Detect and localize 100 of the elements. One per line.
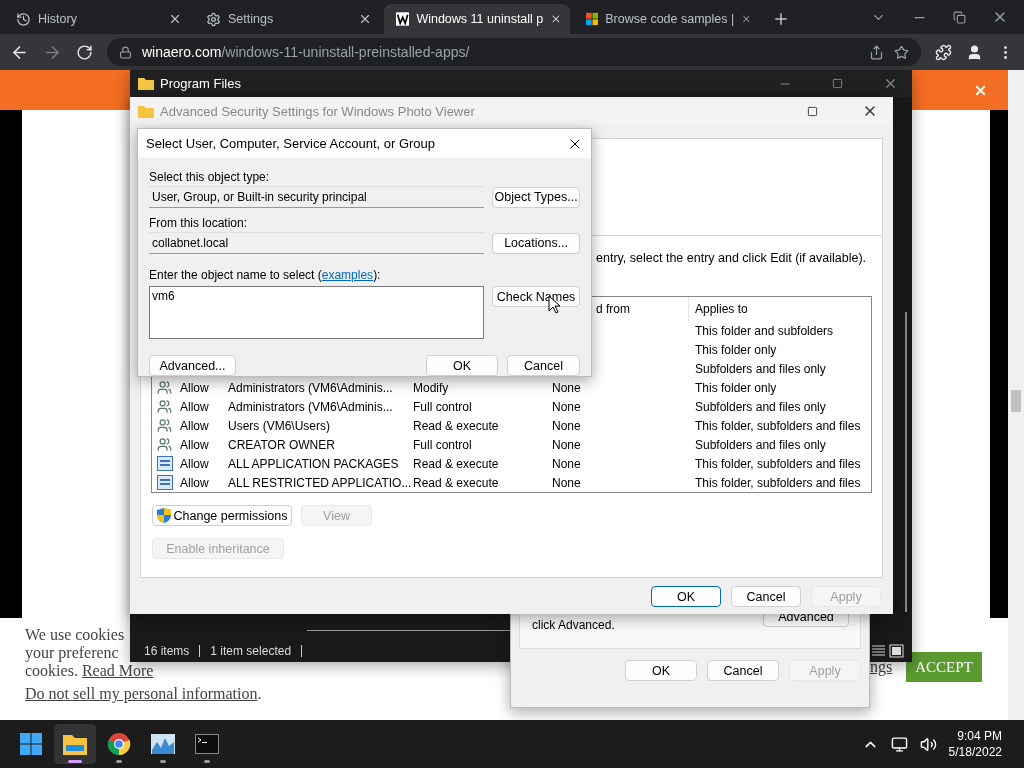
- users-icon: [157, 437, 172, 452]
- status-text: 16 items: [144, 645, 201, 657]
- table-cell-text: None: [552, 418, 582, 433]
- table-cell-text: ALL APPLICATION PACKAGES: [228, 456, 400, 471]
- table-cell-text: Allow: [180, 399, 210, 414]
- examples-link[interactable]: examples: [321, 268, 374, 282]
- close-icon[interactable]: [358, 12, 372, 26]
- read-more-link[interactable]: Read More: [81, 662, 154, 679]
- object-type-field: User, Group, or Built-in security principal: [149, 186, 485, 208]
- dialog-button[interactable]: Cancel: [731, 586, 801, 607]
- address-bar[interactable]: winaero.com/windows-11-uninstall-preinstalled-apps/: [107, 38, 921, 66]
- users-icon: [157, 418, 172, 433]
- users-icon: [157, 399, 172, 414]
- star-icon[interactable]: [894, 44, 909, 60]
- field-label: From this location:: [149, 215, 249, 232]
- table-cell-text: None: [552, 399, 582, 414]
- table-cell-text: None: [552, 437, 582, 452]
- window-icon: [157, 456, 173, 471]
- instruction-text: entry, select the entry and click Edit (if available).: [596, 251, 867, 265]
- folder-icon: [138, 77, 154, 90]
- browser-tab[interactable]: Browse code samples |: [574, 4, 760, 34]
- dialog-button[interactable]: OK: [625, 660, 697, 681]
- table-cell-text: Read & execute: [413, 418, 500, 433]
- url-text: winaero.com/windows-11-uninstall-preinstalled-apps/: [142, 44, 471, 60]
- ok-button[interactable]: OK: [426, 355, 498, 376]
- folder-icon: [138, 104, 154, 118]
- folder-icon[interactable]: [63, 733, 87, 755]
- table-cell-text: This folder and subfolders: [694, 323, 835, 338]
- cookie-text: your preferenc: [25, 644, 119, 662]
- volume-icon[interactable]: [919, 735, 937, 753]
- dialog-title: Select User, Computer, Service Account, or Group: [146, 136, 436, 151]
- reload-icon[interactable]: [76, 43, 93, 61]
- browser-tab[interactable]: History: [4, 4, 190, 34]
- settings-icon: [206, 11, 221, 27]
- location-field: collabnet.local: [149, 232, 485, 254]
- cookie-text: We use cookies: [25, 626, 125, 644]
- table-cell: ALL RESTRICTED APPLICATIO...: [228, 475, 413, 490]
- browser-tab[interactable]: Windows 11 uninstall p: [384, 4, 570, 34]
- table-cell-text: None: [552, 456, 582, 471]
- dialog-button[interactable]: Cancel: [707, 660, 779, 681]
- close-icon[interactable]: [168, 12, 182, 26]
- table-cell-text: Full control: [413, 399, 473, 414]
- object-name-field[interactable]: vm6: [149, 286, 485, 339]
- extensions-icon[interactable]: [935, 43, 952, 61]
- check-names-button[interactable]: Check Names: [492, 286, 580, 307]
- status-text: 1 item selected: [210, 645, 303, 657]
- table-cell-text: Allow: [180, 380, 210, 395]
- clock-time[interactable]: 9:04 PM: [957, 728, 1002, 744]
- browser-tab[interactable]: Settings: [194, 4, 380, 34]
- users-icon: [157, 380, 172, 395]
- table-cell-text: CREATOR OWNER: [228, 437, 336, 452]
- w-letter-icon: [396, 11, 410, 27]
- dialog-button[interactable]: OK: [651, 586, 721, 607]
- table-cell-text: This folder, subfolders and files: [694, 456, 862, 471]
- table-cell-text: Users (VM6\Users): [228, 418, 331, 433]
- table-cell-text: None: [552, 380, 582, 395]
- history-icon: [16, 11, 31, 27]
- settings-link[interactable]: ngs: [870, 658, 893, 676]
- cancel-button[interactable]: Cancel: [507, 355, 580, 376]
- window-title: Advanced Security Settings for Windows Photo Viewer: [160, 103, 476, 119]
- maximize-icon[interactable]: [807, 105, 818, 117]
- table-cell-text: Allow: [180, 418, 210, 433]
- clock-date[interactable]: 5/18/2022: [948, 744, 1002, 760]
- lock-icon: [119, 45, 132, 59]
- chrome-icon[interactable]: [107, 732, 131, 756]
- opt-out-link[interactable]: Do not sell my personal information: [25, 685, 258, 702]
- locations-button[interactable]: Locations...: [492, 232, 580, 254]
- profile-icon[interactable]: [966, 43, 983, 61]
- table-cell-text: Allow: [180, 456, 210, 471]
- chart-window-icon[interactable]: [151, 734, 175, 754]
- terminal-icon[interactable]: [195, 734, 219, 754]
- column-header[interactable]: Applies to: [689, 297, 748, 321]
- table-cell-text: Read & execute: [413, 475, 500, 490]
- table-cell-text: Allow: [180, 475, 210, 490]
- table-cell-text: Allow: [180, 437, 210, 452]
- table-cell-text: Modify: [413, 380, 450, 395]
- cookie-text: cookies. Read More: [25, 662, 154, 680]
- table-cell-text: Read & execute: [413, 456, 500, 471]
- advanced-button[interactable]: Advanced...: [149, 355, 236, 376]
- change-permissions-button[interactable]: Change permissions: [152, 505, 292, 526]
- shield-icon: [156, 508, 171, 523]
- object-types-button[interactable]: Object Types...: [492, 186, 580, 208]
- table-cell-text: This folder only: [694, 342, 778, 357]
- maximize-icon[interactable]: [832, 78, 843, 89]
- details-view-icon[interactable]: [871, 644, 886, 658]
- tiles-view-icon[interactable]: [889, 644, 904, 658]
- window-title: Program Files: [160, 76, 242, 91]
- new-tab-icon[interactable]: [772, 10, 790, 28]
- opt-out-text: Do not sell my personal information.: [25, 685, 262, 703]
- share-icon[interactable]: [869, 44, 884, 60]
- table-cell-text: None: [552, 475, 582, 490]
- table-cell-text: Full control: [413, 437, 473, 452]
- close-icon[interactable]: [550, 12, 562, 26]
- table-cell-text: This folder, subfolders and files: [694, 475, 862, 490]
- windows-logo-icon[interactable]: [20, 733, 42, 755]
- table-cell-text: This folder only: [694, 380, 778, 395]
- restore-icon[interactable]: [953, 10, 966, 24]
- scrollbar[interactable]: [1008, 70, 1024, 720]
- four-squares-icon: [586, 11, 599, 27]
- table-cell-text: Administrators (VM6\Adminis...: [228, 380, 394, 395]
